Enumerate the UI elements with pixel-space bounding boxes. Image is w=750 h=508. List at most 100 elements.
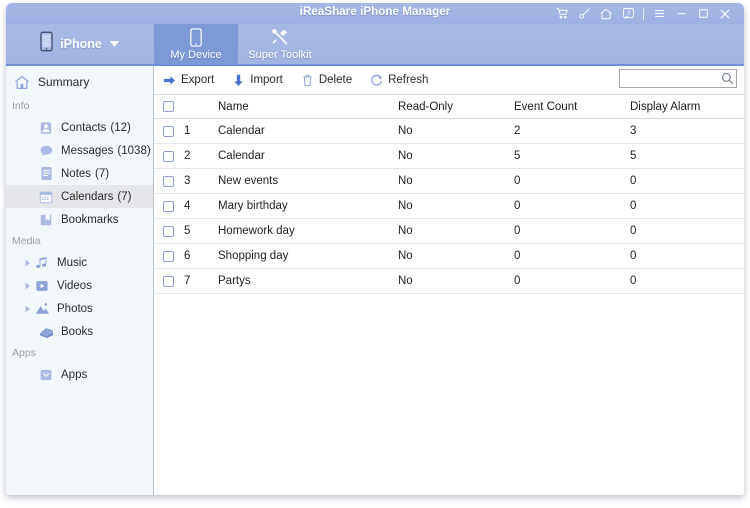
- sidebar-item-messages[interactable]: Messages (1038): [6, 139, 153, 162]
- chevron-right-icon[interactable]: [22, 305, 34, 313]
- header-display-alarm-label: Display Alarm: [630, 100, 701, 113]
- row-read-only: No: [394, 268, 510, 294]
- sidebar-item-videos[interactable]: Videos: [6, 274, 153, 297]
- row-display-alarm: 0: [626, 168, 744, 194]
- key-icon[interactable]: [573, 3, 595, 24]
- sidebar-item-calendars[interactable]: Calendars (7): [6, 185, 153, 208]
- chevron-down-icon[interactable]: [109, 35, 120, 53]
- table-row[interactable]: 5 Homework day No 0 0: [154, 218, 744, 244]
- toolkit-icon: [271, 28, 290, 47]
- select-all-checkbox[interactable]: [163, 101, 174, 112]
- row-index-label: 4: [184, 200, 191, 212]
- action-toolbar: Export Import Delete Refresh: [154, 66, 744, 95]
- main-panel: Export Import Delete Refresh Name Read-O…: [154, 66, 744, 495]
- sidebar-item-notes[interactable]: Notes (7): [6, 162, 153, 185]
- header-event-count-label: Event Count: [514, 100, 578, 113]
- header-read-only[interactable]: Read-Only: [394, 95, 510, 119]
- refresh-button[interactable]: Refresh: [361, 67, 437, 93]
- sidebar-item-contacts-count: (12): [110, 121, 131, 134]
- title-bar: iReaShare iPhone Manager ?: [6, 3, 744, 24]
- menu-icon[interactable]: [648, 3, 670, 24]
- row-checkbox[interactable]: [163, 175, 174, 187]
- row-read-only-label: No: [398, 150, 413, 162]
- row-checkbox[interactable]: [163, 275, 174, 287]
- table-row[interactable]: 1 Calendar No 2 3: [154, 118, 744, 144]
- row-name-label: Mary birthday: [218, 200, 288, 212]
- row-event-count-label: 0: [514, 200, 521, 212]
- sidebar-item-books-label: Books: [61, 325, 93, 338]
- row-event-count: 0: [510, 218, 626, 244]
- trash-icon: [301, 74, 314, 87]
- row-index: 3: [180, 168, 214, 194]
- sidebar-group-info: Info: [12, 100, 30, 112]
- header-name-label: Name: [218, 100, 249, 113]
- row-name: Homework day: [214, 218, 394, 244]
- import-button[interactable]: Import: [223, 67, 292, 93]
- help-icon[interactable]: ?: [617, 3, 639, 24]
- apps-icon: [38, 367, 54, 383]
- videos-icon: [34, 278, 50, 294]
- tab-my-device[interactable]: My Device: [154, 24, 238, 64]
- home-icon: [14, 74, 30, 90]
- row-name-label: Homework day: [218, 225, 295, 237]
- search-icon[interactable]: [718, 70, 736, 87]
- table-row[interactable]: 2 Calendar No 5 5: [154, 143, 744, 169]
- table-row[interactable]: 7 Partys No 0 0: [154, 268, 744, 294]
- sidebar-item-apps[interactable]: Apps: [6, 363, 153, 386]
- row-read-only-label: No: [398, 275, 413, 287]
- row-event-count: 5: [510, 143, 626, 169]
- header-name[interactable]: Name: [214, 95, 394, 119]
- home-icon[interactable]: [595, 3, 617, 24]
- device-selector[interactable]: iPhone: [6, 24, 154, 64]
- row-checkbox-cell: [154, 243, 180, 269]
- close-icon[interactable]: [714, 3, 736, 24]
- table-row[interactable]: 4 Mary birthday No 0 0: [154, 193, 744, 219]
- maximize-icon[interactable]: [692, 3, 714, 24]
- cart-icon[interactable]: [551, 3, 573, 24]
- row-display-alarm-label: 3: [630, 125, 637, 137]
- application-window: iReaShare iPhone Manager ? iPhone My Dev…: [6, 3, 744, 495]
- header-display-alarm[interactable]: Display Alarm: [626, 95, 744, 119]
- tab-my-device-label: My Device: [170, 49, 222, 61]
- sidebar-item-photos[interactable]: Photos: [6, 297, 153, 320]
- delete-button[interactable]: Delete: [292, 67, 361, 93]
- table-scroll-area[interactable]: Name Read-Only Event Count Display Alarm…: [154, 95, 744, 495]
- sidebar-item-music[interactable]: Music: [6, 251, 153, 274]
- sidebar-item-bookmarks[interactable]: Bookmarks: [6, 208, 153, 231]
- sidebar-group-media: Media: [12, 235, 41, 247]
- row-display-alarm-label: 0: [630, 175, 637, 187]
- header-event-count[interactable]: Event Count: [510, 95, 626, 119]
- row-read-only-label: No: [398, 175, 413, 187]
- row-read-only: No: [394, 168, 510, 194]
- sidebar-item-music-label: Music: [57, 256, 88, 269]
- phone-icon: [40, 31, 53, 57]
- row-name: Partys: [214, 268, 394, 294]
- row-read-only-label: No: [398, 250, 413, 262]
- search-input[interactable]: [620, 70, 718, 87]
- row-name: Mary birthday: [214, 193, 394, 219]
- row-event-count: 0: [510, 268, 626, 294]
- row-display-alarm: 0: [626, 193, 744, 219]
- row-event-count-label: 0: [514, 175, 521, 187]
- minimize-icon[interactable]: [670, 3, 692, 24]
- row-checkbox[interactable]: [163, 250, 174, 262]
- tab-super-toolkit[interactable]: Super Toolkit: [238, 24, 322, 64]
- row-name-label: Calendar: [218, 150, 265, 162]
- sidebar-item-contacts[interactable]: Contacts (12): [6, 116, 153, 139]
- export-button[interactable]: Export: [154, 67, 223, 93]
- device-icon: [190, 28, 202, 47]
- chevron-right-icon[interactable]: [22, 282, 34, 290]
- row-checkbox[interactable]: [163, 125, 174, 137]
- row-checkbox[interactable]: [163, 225, 174, 237]
- row-checkbox[interactable]: [163, 200, 174, 212]
- sidebar-item-books[interactable]: Books: [6, 320, 153, 343]
- table-row[interactable]: 6 Shopping day No 0 0: [154, 243, 744, 269]
- chevron-right-icon[interactable]: [22, 259, 34, 267]
- sidebar-item-summary[interactable]: Summary: [6, 68, 153, 96]
- search-box[interactable]: [619, 69, 737, 88]
- row-display-alarm-label: 5: [630, 150, 637, 162]
- row-checkbox[interactable]: [163, 150, 174, 162]
- row-name-label: Shopping day: [218, 250, 289, 262]
- row-checkbox-cell: [154, 168, 180, 194]
- table-row[interactable]: 3 New events No 0 0: [154, 168, 744, 194]
